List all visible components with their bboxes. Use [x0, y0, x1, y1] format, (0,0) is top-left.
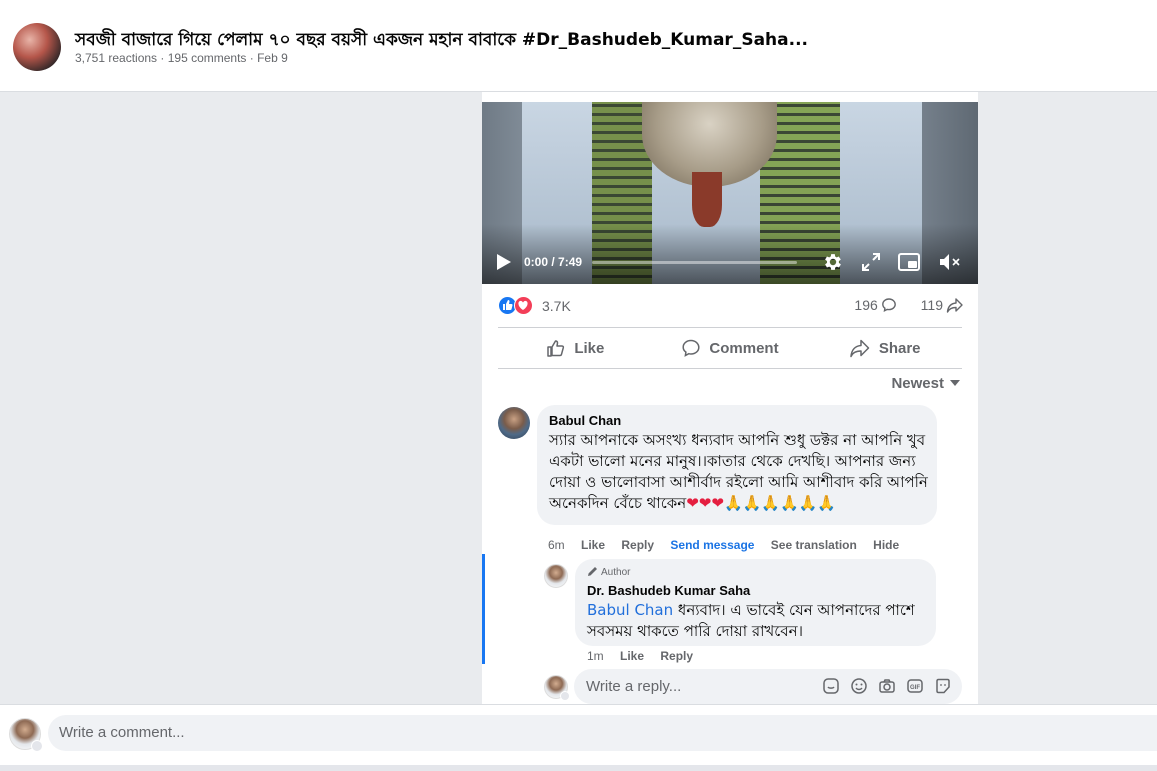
share-icon	[946, 298, 963, 313]
mention-link[interactable]: Babul Chan	[587, 601, 673, 619]
play-icon[interactable]	[496, 253, 512, 271]
left-backdrop	[0, 92, 482, 704]
comment-icon	[881, 298, 896, 313]
bottom-strip	[0, 765, 1157, 771]
love-reaction-icon	[514, 296, 533, 315]
commenter-name[interactable]: Babul Chan	[549, 413, 621, 428]
reply-timestamp[interactable]: 1m	[587, 649, 604, 663]
comment-timestamp[interactable]: 6m	[548, 538, 565, 552]
video-progress-bar[interactable]	[592, 261, 797, 264]
reply-actions: 1m Like Reply	[587, 649, 706, 663]
commenter-avatar[interactable]	[498, 407, 530, 439]
my-avatar[interactable]	[544, 675, 570, 701]
caret-down-icon	[950, 380, 960, 386]
prayer-emojis: 🙏🙏🙏🙏🙏🙏	[723, 494, 837, 512]
reply-input[interactable]	[586, 678, 806, 695]
comment-button[interactable]: Comment	[653, 329, 808, 367]
comment-composer	[48, 715, 1157, 751]
reply-text: Babul Chan ধন্যবাদ। এ ভাবেই যেন আপনাদের …	[587, 601, 915, 640]
comment-actions: 6m Like Reply Send message See translati…	[548, 538, 912, 552]
reply-bubble: Author Dr. Bashudeb Kumar Saha Babul Cha…	[575, 559, 936, 646]
thread-indicator	[482, 554, 485, 664]
post-actions: Like Comment Share	[498, 329, 962, 367]
mute-icon[interactable]	[938, 252, 962, 272]
author-name[interactable]: Dr. Bashudeb Kumar Saha	[587, 583, 750, 598]
sticker-icon[interactable]	[822, 677, 840, 695]
author-badge: Author	[587, 566, 630, 578]
reaction-count[interactable]: 3.7K	[542, 298, 571, 314]
engagement-stats: 196 119	[834, 297, 964, 313]
share-icon	[850, 339, 870, 358]
reply-reply-link[interactable]: Reply	[660, 649, 693, 663]
pencil-icon	[588, 567, 597, 576]
video-player[interactable]: 0:00 / 7:49	[482, 102, 978, 284]
page-avatar[interactable]	[13, 23, 61, 71]
thumbs-up-icon	[547, 340, 565, 357]
chevron-down-icon[interactable]	[560, 691, 570, 701]
post-meta: 3,751 reactions · 195 comments · Feb 9	[75, 51, 288, 65]
comment-bubble: Babul Chan স্যার আপনাকে অসংখ্য ধন্যবাদ আ…	[537, 405, 937, 525]
author-avatar[interactable]	[544, 564, 568, 588]
reply-like-link[interactable]: Like	[620, 649, 644, 663]
share-count[interactable]: 119	[911, 297, 964, 313]
comment-like-link[interactable]: Like	[581, 538, 605, 552]
divider	[498, 327, 962, 328]
post-header: সবজী বাজারে গিয়ে পেলাম ৭০ বছর বয়সী একজ…	[0, 0, 1157, 92]
gif-icon[interactable]: GIF	[906, 677, 924, 695]
comment-icon	[682, 339, 700, 357]
fullscreen-icon[interactable]	[862, 253, 880, 271]
settings-gear-icon[interactable]	[822, 251, 844, 273]
like-button[interactable]: Like	[498, 329, 653, 367]
comment-reply-link[interactable]: Reply	[621, 538, 654, 552]
chevron-down-icon[interactable]	[31, 740, 43, 752]
post-panel: 0:00 / 7:49 3.7K 196 119 Like Comment Sh…	[482, 92, 978, 704]
hide-link[interactable]: Hide	[873, 538, 899, 552]
send-message-link[interactable]: Send message	[670, 538, 754, 552]
pip-icon[interactable]	[898, 252, 920, 272]
camera-icon[interactable]	[878, 677, 896, 695]
emoji-icon[interactable]	[850, 677, 868, 695]
comment-text: স্যার আপনাকে অসংখ্য ধন্যবাদ আপনি শুধু ডক…	[549, 431, 928, 512]
share-button[interactable]: Share	[807, 329, 962, 367]
avatar-sticker-icon[interactable]	[934, 677, 952, 695]
right-backdrop	[978, 92, 1157, 704]
my-avatar[interactable]	[9, 718, 43, 752]
heart-emojis: ❤❤❤	[686, 494, 724, 512]
see-translation-link[interactable]: See translation	[771, 538, 857, 552]
svg-text:GIF: GIF	[910, 685, 920, 691]
divider	[498, 368, 962, 369]
composer-tools: GIF	[812, 677, 952, 695]
comment-input[interactable]	[59, 724, 559, 741]
comment-count[interactable]: 196	[844, 297, 896, 313]
video-time: 0:00 / 7:49	[524, 255, 583, 269]
comment-composer-bar	[0, 704, 1157, 771]
comment-sort-dropdown[interactable]: Newest	[891, 375, 960, 392]
reply-composer: GIF	[574, 669, 962, 704]
